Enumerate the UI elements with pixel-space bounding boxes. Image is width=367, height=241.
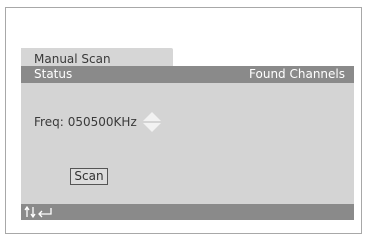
found-channels-label: Found Channels [249, 67, 345, 81]
freq-label: Freq: [34, 115, 64, 129]
freq-stepper-icon[interactable] [142, 111, 161, 133]
tab-manual-scan[interactable]: Manual Scan [21, 48, 173, 66]
scan-button[interactable]: Scan [70, 168, 108, 185]
navigation-hint-icons [24, 205, 52, 219]
footer-hint-bar [21, 204, 354, 220]
tab-label: Manual Scan [34, 52, 111, 66]
scan-panel: Freq: 050500KHz Scan [21, 83, 354, 204]
up-down-arrows-icon [24, 205, 36, 219]
enter-icon [38, 208, 52, 218]
freq-value[interactable]: 050500KHz [68, 115, 137, 129]
arrow-down-icon[interactable] [142, 123, 161, 132]
status-label: Status [34, 67, 73, 81]
arrow-up-icon[interactable] [142, 112, 161, 121]
freq-row: Freq: 050500KHz [34, 111, 161, 133]
column-header: Status Found Channels [21, 66, 354, 83]
